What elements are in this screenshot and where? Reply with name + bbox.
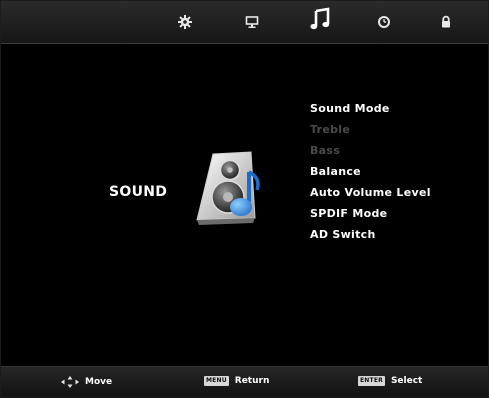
tab-lock[interactable] (430, 7, 462, 37)
picture-gear-icon (178, 15, 192, 29)
sound-options-list: Sound Mode Treble Bass Balance Auto Volu… (310, 98, 431, 245)
menu-item-spdif-mode[interactable]: SPDIF Mode (310, 203, 431, 224)
menu-item-sound-mode[interactable]: Sound Mode (310, 98, 431, 119)
music-note-icon (310, 7, 330, 30)
tab-sound[interactable] (305, 4, 337, 34)
move-label: Move (85, 377, 113, 387)
category-tab-bar (1, 1, 488, 44)
select-label: Select (390, 376, 423, 386)
clock-icon (378, 16, 390, 28)
navigation-hint-bar: Move MENU Return ENTER Select (1, 366, 488, 397)
tab-screen[interactable] (236, 7, 268, 37)
arrows-move-icon (61, 376, 79, 388)
return-label: Return (234, 376, 270, 386)
menu-key-icon: MENU (204, 376, 229, 386)
hint-return: MENU Return (204, 376, 269, 386)
tab-picture[interactable] (169, 7, 201, 37)
menu-item-ad-switch[interactable]: AD Switch (310, 224, 431, 245)
menu-item-bass: Bass (310, 144, 341, 157)
enter-key-icon: ENTER (358, 376, 385, 386)
hint-move: Move (61, 376, 112, 388)
menu-item-balance[interactable]: Balance (310, 161, 431, 182)
tab-time[interactable] (368, 7, 400, 37)
tv-osd-screen: SOUND Sound Mode Treble Bass Balance Aut… (0, 0, 489, 398)
menu-item-auto-volume-level[interactable]: Auto Volume Level (310, 182, 431, 203)
speaker-icon (196, 151, 260, 225)
menu-item-treble: Treble (310, 123, 351, 136)
sound-menu-panel: SOUND Sound Mode Treble Bass Balance Aut… (1, 44, 488, 368)
page-title: SOUND (109, 184, 168, 200)
hint-select: ENTER Select (358, 376, 422, 386)
monitor-icon (245, 16, 259, 28)
lock-icon (442, 15, 450, 28)
